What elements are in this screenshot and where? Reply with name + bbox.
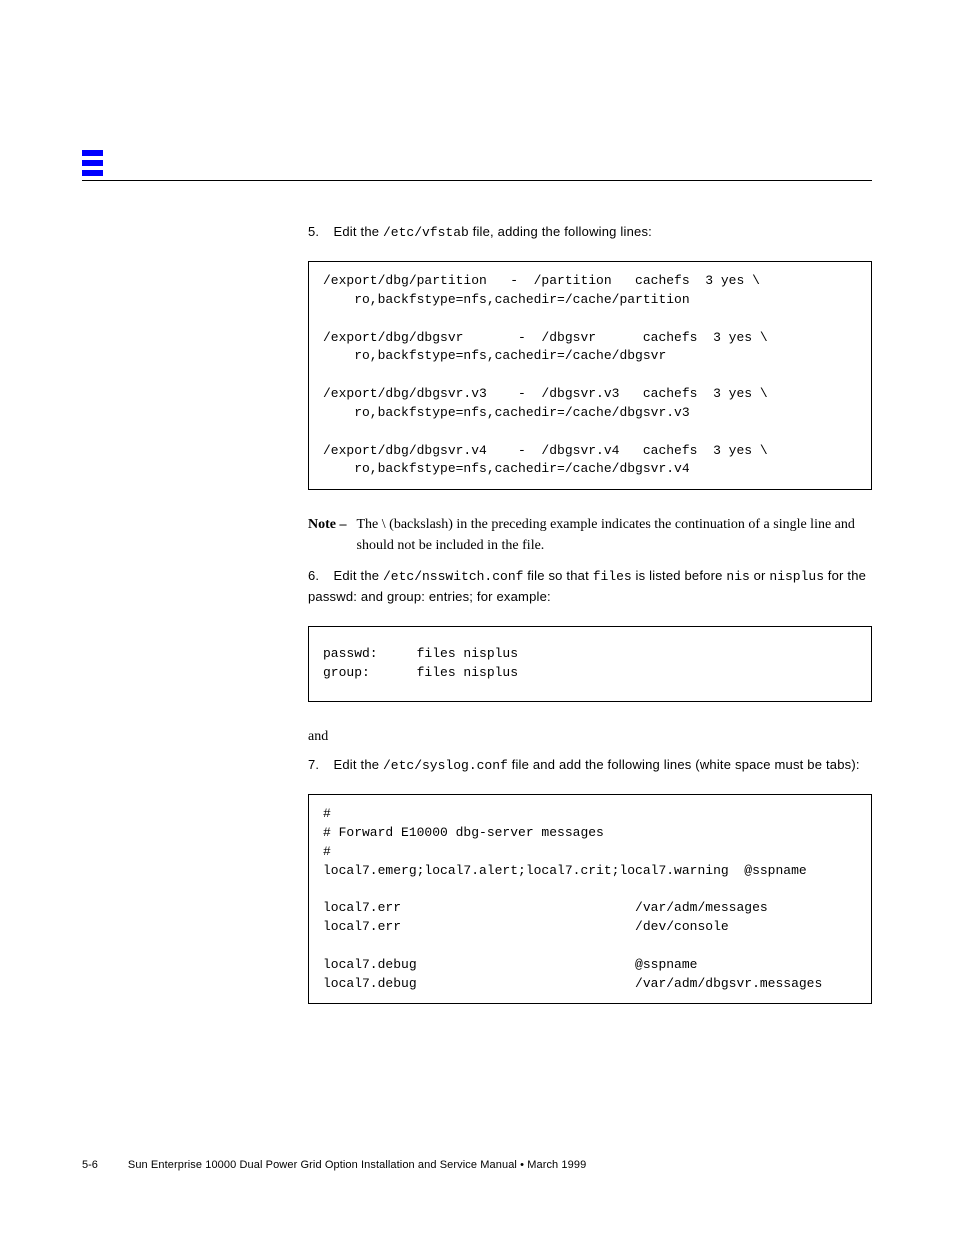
hamburger-icon xyxy=(82,150,103,176)
step-text-mid3: or xyxy=(750,568,770,583)
code-path: /etc/nsswitch.conf xyxy=(383,569,523,584)
step-text-post: file, adding the following lines: xyxy=(469,224,652,239)
and-text: and xyxy=(308,726,872,747)
step-number: 6. xyxy=(308,566,330,586)
step-text-mid2: is listed before xyxy=(632,568,727,583)
note-text: The \ (backslash) in the preceding examp… xyxy=(357,514,873,556)
header-rule xyxy=(82,180,872,181)
footer: 5-6 Sun Enterprise 10000 Dual Power Grid… xyxy=(82,1159,872,1171)
code-path: /etc/syslog.conf xyxy=(383,758,508,773)
step-text-pre: Edit the xyxy=(334,757,384,772)
step-text-pre: Edit the xyxy=(334,568,384,583)
step-number: 5. xyxy=(308,222,330,242)
step-text-pre: Edit the xyxy=(334,224,384,239)
step-7: 7. Edit the /etc/syslog.conf file and ad… xyxy=(308,755,872,776)
code-word: nisplus xyxy=(769,569,824,584)
content-area: 5. Edit the /etc/vfstab file, adding the… xyxy=(308,222,872,1028)
page-number: 5-6 xyxy=(82,1159,98,1171)
code-box-nsswitch: passwd: files nisplus group: files nispl… xyxy=(308,626,872,702)
note-block: Note – The \ (backslash) in the precedin… xyxy=(308,514,872,556)
note-label: Note – xyxy=(308,514,347,535)
code-path: /etc/vfstab xyxy=(383,225,469,240)
step-text-mid: file so that xyxy=(523,568,592,583)
step-text-post: file and add the following lines (white … xyxy=(508,757,860,772)
step-number: 7. xyxy=(308,755,330,775)
code-box-syslog: # # Forward E10000 dbg-server messages #… xyxy=(308,794,872,1004)
step-6: 6. Edit the /etc/nsswitch.conf file so t… xyxy=(308,566,872,608)
code-word: files xyxy=(593,569,632,584)
step-5: 5. Edit the /etc/vfstab file, adding the… xyxy=(308,222,872,243)
code-box-vfstab: /export/dbg/partition - /partition cache… xyxy=(308,261,872,490)
code-word: nis xyxy=(726,569,749,584)
footer-text: Sun Enterprise 10000 Dual Power Grid Opt… xyxy=(128,1159,586,1171)
